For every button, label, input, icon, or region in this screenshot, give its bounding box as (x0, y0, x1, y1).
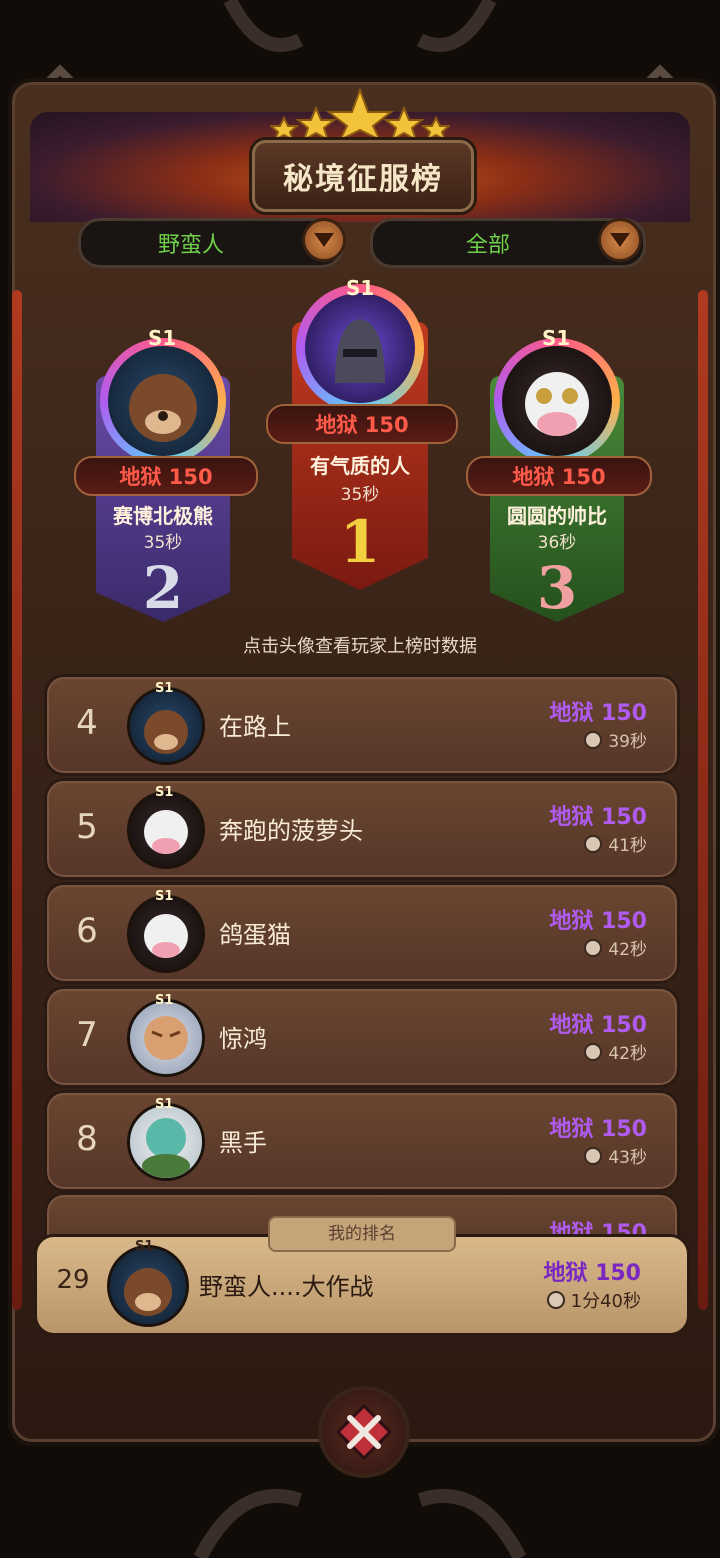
season-label: S1 (155, 1097, 174, 1112)
cow-portrait-icon (144, 914, 188, 958)
avatar[interactable] (502, 346, 612, 456)
player-name[interactable]: 有气质的人 (292, 450, 428, 479)
level-badge: 地狱 150 (74, 456, 258, 496)
rank-number: 4 (76, 703, 98, 743)
level-text: 地狱 150 (549, 805, 647, 830)
rank-number: 7 (76, 1015, 98, 1055)
chevron-down-icon (314, 233, 334, 247)
scope-filter-label: 全部 (465, 233, 510, 258)
time-value: 42秒 (608, 1044, 647, 1064)
time-text: 42秒 (584, 935, 647, 960)
bear-portrait-icon (124, 1268, 172, 1316)
place-number: 1 (339, 508, 381, 576)
my-time-text: 1分40秒 (546, 1287, 641, 1313)
cow-portrait-icon (144, 810, 188, 854)
avatar[interactable] (127, 687, 205, 765)
helmet-portrait-icon (335, 319, 385, 383)
class-filter-chevron-button[interactable] (302, 218, 346, 262)
title-plate: 秘境征服榜 (252, 140, 474, 212)
my-time-value: 1分40秒 (570, 1291, 641, 1312)
close-button[interactable] (318, 1386, 410, 1478)
bear-portrait-icon (129, 374, 197, 442)
player-name: 在路上 (219, 713, 291, 741)
class-filter-label: 野蛮人 (157, 233, 224, 258)
player-name: 鸽蛋猫 (219, 921, 291, 949)
player-name[interactable]: 圆圆的帅比 (490, 500, 624, 529)
time-text: 41秒 (584, 831, 647, 856)
my-rank-label: 我的排名 (268, 1216, 456, 1252)
player-name[interactable]: 赛博北极熊 (96, 500, 230, 529)
table-row[interactable]: 5 S1 奔跑的菠萝头 地狱 150 41秒 (44, 778, 680, 880)
player-name: 惊鸿 (219, 1025, 267, 1053)
table-row[interactable]: 8 S1 黑手 地狱 150 43秒 (44, 1090, 680, 1192)
table-row[interactable]: 6 S1 鸽蛋猫 地狱 150 42秒 (44, 882, 680, 984)
clock-icon (584, 1043, 603, 1061)
turtle-portrait-icon (142, 1118, 190, 1178)
season-label: S1 (135, 1239, 154, 1254)
chevron-down-icon (610, 233, 630, 247)
season-label: S1 (155, 889, 174, 904)
rank-number: 5 (76, 807, 98, 847)
time-value: 42秒 (608, 940, 647, 960)
my-rank-number: 29 (56, 1265, 90, 1295)
level-text: 地狱 150 (549, 701, 647, 726)
time-text: 42秒 (584, 1039, 647, 1064)
my-player-name: 野蛮人....大作战 (199, 1273, 374, 1301)
player-name: 黑手 (219, 1129, 267, 1157)
avatar[interactable] (127, 999, 205, 1077)
page-title: 秘境征服榜 (283, 162, 443, 197)
level-badge: 地狱 150 (266, 404, 458, 444)
right-rail (698, 290, 708, 1310)
avatar[interactable] (107, 1245, 189, 1327)
player-time: 36秒 (537, 533, 577, 553)
season-label: S1 (155, 681, 174, 696)
clock-icon (584, 1147, 603, 1165)
time-text: 39秒 (584, 727, 647, 752)
clock-icon (546, 1291, 565, 1309)
season-label: S1 (155, 785, 174, 800)
level-badge: 地狱 150 (466, 456, 652, 496)
my-level-text: 地狱 150 (543, 1261, 641, 1286)
avatar[interactable] (305, 293, 415, 403)
time-value: 43秒 (608, 1148, 647, 1168)
left-rail (12, 290, 22, 1310)
table-row[interactable]: 4 S1 在路上 地狱 150 39秒 (44, 674, 680, 776)
cow-portrait-icon (525, 372, 589, 436)
rank-number: 8 (76, 1119, 98, 1159)
time-value: 41秒 (608, 836, 647, 856)
time-text: 43秒 (584, 1143, 647, 1168)
avatar[interactable] (108, 346, 218, 456)
tiger-portrait-icon (144, 1016, 188, 1060)
avatar[interactable] (127, 895, 205, 973)
avatar[interactable] (127, 791, 205, 869)
hint-text: 点击头像查看玩家上榜时数据 (243, 636, 477, 657)
season-label: S1 (155, 993, 174, 1008)
place-number: 3 (536, 554, 578, 622)
clock-icon (584, 939, 603, 957)
scope-filter-chevron-button[interactable] (598, 218, 642, 262)
season-label: S1 (542, 326, 571, 350)
rank-number: 6 (76, 911, 98, 951)
level-text: 地狱 150 (549, 1117, 647, 1142)
level-text: 地狱 150 (549, 1013, 647, 1038)
bear-portrait-icon (144, 710, 188, 754)
avatar[interactable] (127, 1103, 205, 1181)
close-icon (335, 1403, 393, 1461)
player-time: 35秒 (340, 485, 380, 505)
season-label: S1 (346, 276, 375, 300)
player-time: 35秒 (143, 533, 183, 553)
place-number: 2 (142, 554, 184, 622)
player-name: 奔跑的菠萝头 (219, 817, 363, 845)
clock-icon (584, 835, 603, 853)
star-icon (270, 87, 450, 142)
level-text: 地狱 150 (549, 909, 647, 934)
season-label: S1 (148, 326, 177, 350)
time-value: 39秒 (608, 732, 647, 752)
clock-icon (584, 731, 603, 749)
table-row[interactable]: 7 S1 惊鸿 地狱 150 42秒 (44, 986, 680, 1088)
